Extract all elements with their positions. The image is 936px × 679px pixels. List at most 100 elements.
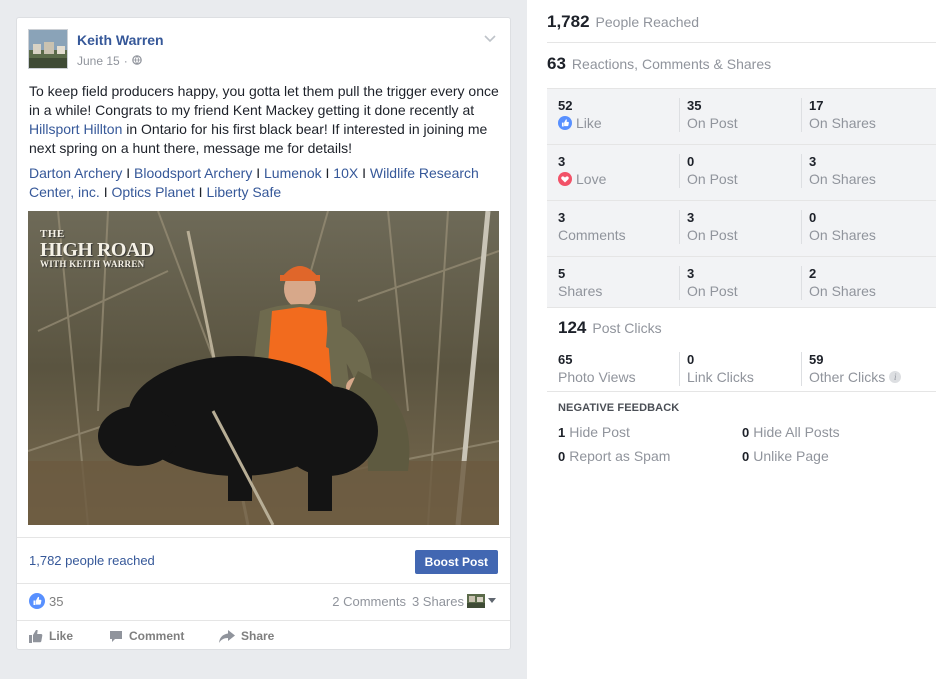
- stat-label: Unlike Page: [753, 448, 829, 464]
- comments-count[interactable]: 2 Comments: [332, 594, 406, 609]
- on-shares-cell: 17 On Shares: [801, 98, 923, 132]
- info-icon[interactable]: i: [889, 371, 902, 383]
- on-shares-value: 2: [809, 266, 817, 281]
- sponsor-link[interactable]: Bloodsport Archery: [134, 165, 252, 181]
- boost-post-button[interactable]: Boost Post: [414, 550, 498, 574]
- comment-label: Comment: [129, 629, 185, 643]
- love-icon: [558, 172, 572, 186]
- post-date[interactable]: June 15: [77, 54, 120, 68]
- logo-line: HIGH ROAD: [40, 239, 154, 261]
- sponsor-links: Darton Archery I Bloodsport Archery I Lu…: [29, 164, 503, 202]
- on-shares-cell: 2 On Shares: [801, 266, 923, 300]
- on-shares-label: On Shares: [809, 227, 876, 243]
- divider: [547, 391, 936, 392]
- photo-views-value: 65: [558, 352, 573, 367]
- people-reached-link[interactable]: 1,782 people reached: [29, 553, 155, 568]
- like-icon: [558, 116, 572, 130]
- on-post-cell: 35 On Post: [679, 98, 801, 132]
- post-insights-panel: 1,782 People Reached 63 Reactions, Comme…: [527, 0, 936, 679]
- photo-views-cell: 65 Photo Views: [558, 352, 680, 386]
- stat-value: 1: [558, 425, 566, 440]
- stat-label: Report as Spam: [569, 448, 671, 464]
- share-button[interactable]: Share: [219, 629, 274, 643]
- post-clicks-value: 124: [558, 318, 587, 337]
- post-photo[interactable]: THE HIGH ROAD WITH KEITH WARREN: [28, 211, 499, 525]
- page-avatar-selector[interactable]: [467, 594, 496, 608]
- sponsor-link[interactable]: Liberty Safe: [206, 184, 281, 200]
- on-shares-value: 17: [809, 98, 824, 113]
- on-shares-value: 0: [809, 210, 817, 225]
- author-name[interactable]: Keith Warren: [77, 32, 164, 48]
- reaction-total: 3: [558, 210, 566, 225]
- sponsor-link[interactable]: Lumenok: [264, 165, 322, 181]
- location-link[interactable]: Hillsport Hillton: [29, 121, 122, 137]
- stat-value: 0: [558, 449, 566, 464]
- people-reached-row: 1,782 People Reached: [547, 12, 936, 32]
- sponsor-link[interactable]: 10X: [333, 165, 358, 181]
- stat-label: Hide Post: [569, 424, 630, 440]
- reaction-label: Shares: [558, 283, 603, 299]
- separator: I: [99, 184, 112, 200]
- reach-row: 1,782 people reached Boost Post: [17, 537, 510, 584]
- reaction-label-wrap: Like: [558, 114, 680, 132]
- reaction-total-cell: 5 Shares: [558, 266, 680, 300]
- reaction-total-cell: 3 Comments: [558, 210, 680, 244]
- people-reached-label: People Reached: [595, 14, 700, 30]
- author-avatar[interactable]: [28, 29, 68, 69]
- sponsor-link[interactable]: Darton Archery: [29, 165, 122, 181]
- on-post-cell: 3 On Post: [679, 210, 801, 244]
- actions-row: Like Comment Share: [17, 620, 510, 650]
- reaction-total: 52: [558, 98, 573, 113]
- on-post-value: 0: [687, 154, 695, 169]
- stat-value: 0: [742, 425, 750, 440]
- engagement-label: Reactions, Comments & Shares: [571, 56, 772, 72]
- link-clicks-label: Link Clicks: [687, 369, 754, 385]
- post-text-part: To keep field producers happy, you gotta…: [29, 83, 499, 118]
- share-icon: [219, 629, 235, 643]
- sponsor-link[interactable]: Optics Planet: [112, 184, 195, 200]
- on-post-value: 35: [687, 98, 702, 113]
- separator: I: [252, 165, 265, 181]
- hide-post-stat: 1 Hide Post: [558, 424, 630, 440]
- post-text: To keep field producers happy, you gotta…: [29, 82, 503, 158]
- on-shares-value: 3: [809, 154, 817, 169]
- divider: [547, 42, 936, 43]
- chevron-down-icon[interactable]: [484, 32, 498, 46]
- stat-label: Hide All Posts: [753, 424, 840, 440]
- like-label: Like: [49, 629, 74, 643]
- like-count[interactable]: 35: [49, 594, 63, 609]
- reaction-row-comments: 3 Comments 3 On Post 0 On Shares: [547, 201, 936, 257]
- reaction-row-shares: 5 Shares 3 On Post 2 On Shares: [547, 257, 936, 313]
- link-clicks-cell: 0 Link Clicks: [679, 352, 801, 386]
- report-spam-stat: 0 Report as Spam: [558, 448, 670, 464]
- on-shares-label: On Shares: [809, 171, 876, 187]
- post-clicks-row: 124 Post Clicks: [558, 318, 936, 338]
- people-reached-value: 1,782: [547, 12, 590, 31]
- on-post-label: On Post: [687, 227, 738, 243]
- shares-count[interactable]: 3 Shares: [412, 594, 464, 609]
- show-logo: THE HIGH ROAD WITH KEITH WARREN: [40, 229, 154, 269]
- reaction-label: Love: [576, 171, 607, 187]
- like-icon: [29, 593, 45, 609]
- logo-line: WITH KEITH WARREN: [40, 259, 145, 269]
- globe-icon: [131, 54, 142, 68]
- counts-row: 35 2 Comments 3 Shares: [17, 584, 510, 620]
- share-label: Share: [241, 629, 275, 643]
- post-card: Keith Warren June 15 · To keep field pro…: [16, 17, 511, 650]
- reaction-label: Comments: [558, 227, 626, 243]
- on-post-label: On Post: [687, 171, 738, 187]
- thumbs-up-icon: [29, 629, 43, 643]
- on-shares-label: On Shares: [809, 283, 876, 299]
- separator: I: [321, 165, 334, 181]
- caret-down-icon: [488, 598, 496, 603]
- on-shares-cell: 0 On Shares: [801, 210, 923, 244]
- on-post-label: On Post: [687, 283, 738, 299]
- comment-button[interactable]: Comment: [109, 629, 184, 643]
- like-button[interactable]: Like: [29, 629, 73, 643]
- on-shares-cell: 3 On Shares: [801, 154, 923, 188]
- reaction-label-wrap: Love: [558, 170, 680, 188]
- page-avatar-icon: [467, 594, 485, 608]
- engagement-value: 63: [547, 54, 566, 73]
- on-shares-label: On Shares: [809, 115, 876, 131]
- on-post-value: 3: [687, 266, 695, 281]
